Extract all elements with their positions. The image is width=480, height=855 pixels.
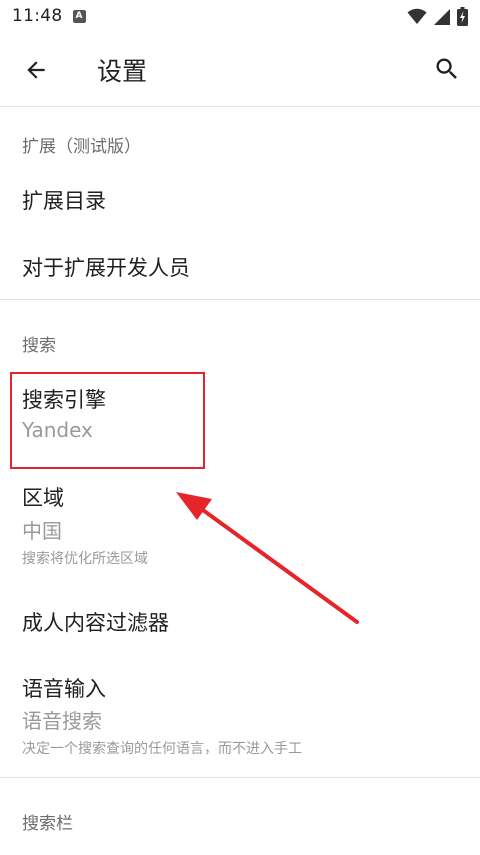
region-title: 区域 bbox=[22, 486, 64, 510]
region-description: 搜索将优化所选区域 bbox=[22, 551, 148, 567]
cell-signal-icon bbox=[434, 8, 450, 25]
battery-charging-icon bbox=[457, 7, 468, 26]
status-bar: 11:48 A bbox=[0, 0, 480, 32]
extension-catalog-item[interactable]: 扩展目录 bbox=[22, 185, 106, 215]
adult-content-filter-item[interactable]: 成人内容过滤器 bbox=[22, 607, 169, 637]
status-icons bbox=[407, 7, 468, 26]
section-header-extensions: 扩展（测试版） bbox=[22, 137, 141, 157]
back-button[interactable] bbox=[20, 54, 52, 86]
page-title: 设置 bbox=[97, 57, 148, 86]
status-time: 11:48 bbox=[12, 6, 63, 26]
search-icon bbox=[436, 58, 457, 79]
wifi-icon bbox=[407, 8, 427, 24]
region-value: 中国 bbox=[22, 519, 62, 543]
highlight-box bbox=[10, 372, 205, 469]
extension-developers-item[interactable]: 对于扩展开发人员 bbox=[22, 252, 190, 282]
search-button[interactable] bbox=[430, 52, 464, 86]
voice-input-value: 语音搜索 bbox=[22, 709, 102, 733]
section-header-search: 搜索 bbox=[22, 336, 56, 356]
voice-input-title: 语音输入 bbox=[22, 677, 106, 701]
section-header-search-bar: 搜索栏 bbox=[22, 814, 73, 834]
app-bar: 设置 bbox=[0, 32, 480, 107]
divider bbox=[0, 777, 480, 778]
notification-icon: A bbox=[72, 9, 86, 23]
voice-input-description: 决定一个搜索查询的任何语言，而不进入手工 bbox=[22, 741, 302, 757]
divider bbox=[0, 299, 480, 300]
arrow-back-icon bbox=[27, 61, 45, 79]
